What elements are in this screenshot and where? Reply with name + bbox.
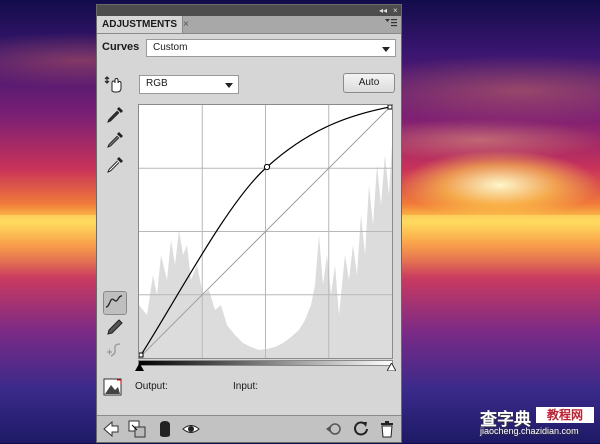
preset-dropdown[interactable]: Custom: [146, 39, 396, 57]
black-point-slider[interactable]: [135, 363, 144, 371]
auto-button[interactable]: Auto: [343, 73, 395, 93]
input-label: Input:: [233, 381, 259, 392]
black-eyedropper-icon[interactable]: [105, 105, 125, 125]
clip-to-layer-icon[interactable]: [127, 419, 147, 439]
curves-graph[interactable]: [138, 104, 393, 359]
panel-titlebar[interactable]: ◂◂ ×: [97, 5, 401, 16]
curve-point-black[interactable]: [138, 352, 144, 358]
chevron-down-icon: [225, 83, 233, 88]
reset-icon[interactable]: [351, 419, 371, 439]
curve-point-mid[interactable]: [263, 163, 271, 171]
tab-adjustments[interactable]: ADJUSTMENTS ×: [97, 16, 189, 33]
close-icon[interactable]: ×: [393, 5, 398, 16]
preset-value: Custom: [153, 42, 188, 53]
panel-bottom-bar: [97, 415, 401, 442]
tab-bar: ADJUSTMENTS ×: [97, 16, 401, 34]
collapse-icon[interactable]: ◂◂: [379, 5, 387, 16]
channel-value: RGB: [146, 78, 168, 89]
sun-glow: [400, 150, 600, 220]
clipping-warning-icon[interactable]: [103, 377, 123, 397]
watermark-text-2: 教程网: [536, 407, 594, 423]
adjustments-panel: ◂◂ × ADJUSTMENTS × Curves Custom RGB Auto: [96, 4, 402, 443]
hand-target-icon[interactable]: [103, 74, 123, 94]
trash-icon[interactable]: [377, 419, 397, 439]
channel-dropdown[interactable]: RGB: [139, 75, 239, 94]
watermark-logo: 查字典 教程网 jiaocheng.chazidian.com: [480, 405, 596, 439]
gray-eyedropper-icon[interactable]: [105, 130, 125, 150]
panel-menu-icon[interactable]: [385, 18, 397, 31]
white-point-slider[interactable]: [387, 363, 396, 371]
mask-icon[interactable]: [155, 419, 175, 439]
chevron-down-icon: [382, 47, 390, 52]
tab-label: ADJUSTMENTS: [102, 19, 178, 30]
output-label: Output:: [135, 381, 168, 392]
tab-close-icon[interactable]: ×: [183, 19, 189, 30]
input-gradient-ramp: [138, 360, 393, 366]
smooth-icon[interactable]: [105, 340, 125, 360]
watermark-url: jiaocheng.chazidian.com: [480, 426, 579, 436]
curve-point-white[interactable]: [387, 104, 393, 110]
curves-label: Curves: [102, 41, 140, 53]
previous-state-icon[interactable]: [323, 419, 343, 439]
visibility-eye-icon[interactable]: [181, 419, 201, 439]
curve-points-icon[interactable]: [103, 291, 127, 315]
pencil-icon[interactable]: [105, 317, 125, 337]
back-arrow-icon[interactable]: [101, 419, 121, 439]
white-eyedropper-icon[interactable]: [105, 155, 125, 175]
curves-graph-svg: [138, 104, 393, 359]
